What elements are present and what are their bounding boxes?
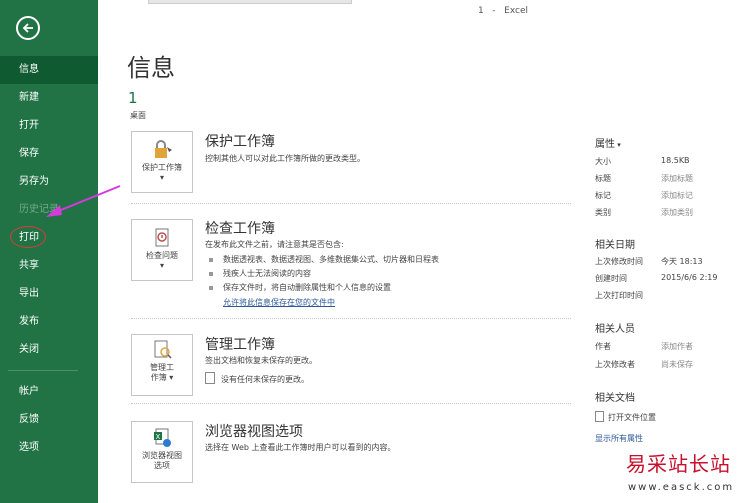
manage-title: 管理工作簿 [205,337,275,353]
quick-access-box [148,0,352,4]
property-key: 类别 [595,208,611,217]
date-key: 创建时间 [595,274,627,283]
file-name: 1 [128,89,138,107]
people-key: 上次修改者 [595,360,635,369]
add-author-field[interactable]: 添加作者 [661,341,693,352]
nav-item-open[interactable]: 打开 [0,112,98,140]
people-value: 尚未保存 [661,360,693,369]
property-key: 标题 [595,174,611,183]
add-tags-field[interactable]: 添加标记 [661,190,693,201]
check-issues-button[interactable]: 检查问题 ▾ [131,219,193,281]
related-people-heading: 相关人员 [595,324,635,335]
no-unsaved-text: 没有任何未保存的更改。 [221,375,309,384]
open-file-location-link[interactable]: 打开文件位置 [595,411,656,423]
nav-item-save[interactable]: 保存 [0,140,98,168]
section-divider [131,318,571,319]
list-item: 数据透视表、数据透视图、多维数据集公式、切片器和日程表 [205,253,439,267]
folder-page-icon [595,411,604,422]
list-item: 保存文件时，将自动删除属性和个人信息的设置 [205,281,439,295]
manage-document-icon [154,340,172,359]
print-highlight-circle [10,226,46,248]
allow-save-info-link[interactable]: 允许将此信息保存在您的文件中 [223,297,335,308]
back-icon[interactable] [16,16,40,40]
nav-item-export[interactable]: 导出 [0,280,98,308]
browser-view-options-button[interactable]: X 浏览器视图 选项 [131,421,193,483]
browser-button-label-1: 浏览器视图 [142,451,182,460]
nav-item-account[interactable]: 帐户 [0,378,98,406]
browser-button-label-2: 选项 [154,461,170,470]
date-row: 上次修改时间 今天 18:13 [595,256,744,270]
dropdown-caret-icon: ▾ [615,141,621,149]
property-row: 标记 添加标记 [595,190,744,204]
nav-item-options[interactable]: 选项 [0,434,98,462]
property-row: 类别 添加类别 [595,207,744,221]
property-row: 大小 18.5KB [595,156,744,170]
property-key: 大小 [595,157,611,166]
protect-title: 保护工作簿 [205,134,275,150]
backstage-sidebar: 信息 新建 打开 保存 另存为 历史记录 打印 共享 导出 发布 关闭 帐户 反… [0,0,98,503]
protect-desc: 控制其他人可以对此工作簿所做的更改类型。 [205,154,365,163]
inspect-document-icon [155,228,169,247]
inspect-title: 检查工作簿 [205,221,275,237]
people-row: 作者 添加作者 [595,341,744,355]
list-item: 残疾人士无法阅读的内容 [205,267,439,281]
page-icon [205,372,215,384]
nav-item-feedback[interactable]: 反馈 [0,406,98,434]
dropdown-caret-icon: ▾ [169,373,174,382]
date-row: 创建时间 2015/6/6 2:19 [595,273,744,287]
properties-heading: 属性 [595,139,615,150]
nav-item-info[interactable]: 信息 [0,56,98,84]
related-docs-heading: 相关文档 [595,393,635,404]
protect-button-label: 保护工作簿 [142,163,182,172]
inspect-desc: 在发布此文件之前，请注意其是否包含: [205,240,344,249]
nav-item-share[interactable]: 共享 [0,252,98,280]
manage-workbook-button[interactable]: 管理工 作簿 ▾ [131,334,193,396]
protect-workbook-button[interactable]: 保护工作簿 ▾ [131,131,193,193]
watermark-text: 易采站长站 [626,452,731,476]
backstage-nav: 信息 新建 打开 保存 另存为 历史记录 打印 共享 导出 发布 关闭 帐户 反… [0,56,98,462]
browser-title: 浏览器视图选项 [205,424,303,440]
check-button-label: 检查问题 [146,251,178,260]
show-all-properties-link[interactable]: 显示所有属性 [595,433,643,444]
watermark-url: www.easck.com [628,482,735,493]
excel-web-icon: X [154,428,171,447]
manage-button-label-2: 作簿 [150,373,167,382]
watermark: 易采站长站 www.easck.com [618,444,744,503]
manage-button-label-1: 管理工 [150,363,174,372]
page-title: 信息 [127,54,175,82]
file-location: 桌面 [130,111,146,120]
svg-text:X: X [156,433,161,441]
inspect-bullet-list: 数据透视表、数据透视图、多维数据集公式、切片器和日程表 残疾人士无法阅读的内容 … [205,253,439,295]
people-key: 作者 [595,342,611,351]
section-divider [131,203,571,204]
date-value: 今天 18:13 [661,257,703,266]
nav-item-close[interactable]: 关闭 [0,336,98,364]
people-row: 上次修改者 尚未保存 [595,359,744,373]
no-unsaved-changes: 没有任何未保存的更改。 [205,372,309,385]
related-dates-heading: 相关日期 [595,240,635,251]
date-key: 上次修改时间 [595,257,643,266]
property-row: 标题 添加标题 [595,173,744,187]
properties-dropdown[interactable]: 属性 ▾ [595,135,621,150]
nav-divider [8,370,78,371]
manage-desc: 签出文档和恢复未保存的更改。 [205,356,317,365]
add-category-field[interactable]: 添加类别 [661,207,693,218]
browser-desc: 选择在 Web 上查看此工作簿时用户可以看到的内容。 [205,443,396,452]
date-key: 上次打印时间 [595,291,643,300]
add-title-field[interactable]: 添加标题 [661,173,693,184]
nav-item-publish[interactable]: 发布 [0,308,98,336]
window-title: 1 - Excel [478,6,528,16]
date-value: 2015/6/6 2:19 [661,273,718,282]
nav-item-new[interactable]: 新建 [0,84,98,112]
open-location-label: 打开文件位置 [608,413,656,422]
dropdown-caret-icon: ▾ [159,261,164,270]
pointer-arrow-icon [46,185,121,217]
property-value: 18.5KB [661,156,690,165]
date-row: 上次打印时间 [595,290,744,304]
dropdown-caret-icon: ▾ [159,173,164,182]
lock-key-icon [155,140,172,158]
section-divider [131,403,571,404]
property-key: 标记 [595,191,611,200]
